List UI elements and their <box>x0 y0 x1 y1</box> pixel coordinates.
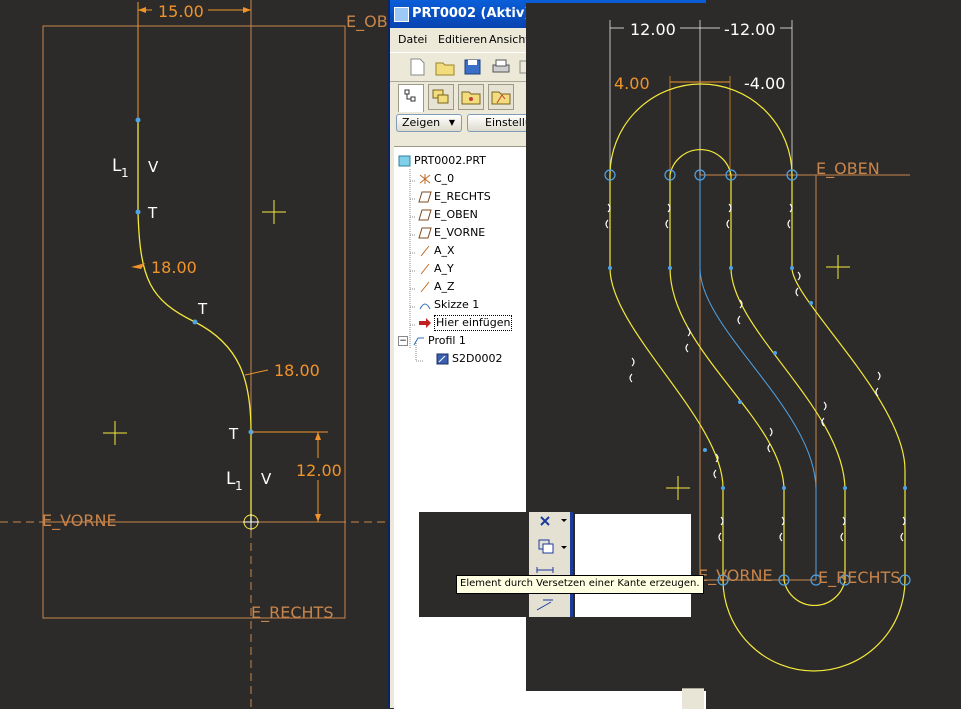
constraint-t[interactable]: T <box>147 204 158 222</box>
datum-plane-icon <box>418 209 432 221</box>
left-sketch-canvas[interactable]: 15.00 E_OB E_VORNE E_RECHTS L 1 V T T T … <box>0 0 390 708</box>
constraint-l1-top-sub: 1 <box>121 166 129 180</box>
dimension-minus-4[interactable]: -4.00 <box>744 74 785 93</box>
scrollbar-corner <box>682 688 704 709</box>
insert-arrow-icon <box>419 318 431 328</box>
plane-label-e-vorne: E_VORNE <box>698 566 773 586</box>
delete-tool-icon[interactable] <box>540 516 567 526</box>
print-icon[interactable] <box>490 57 512 77</box>
dimension-tool-icon[interactable] <box>536 567 554 573</box>
sketch-icon <box>419 303 431 310</box>
trim-tool-icon[interactable] <box>536 599 553 611</box>
point-dots <box>608 266 907 490</box>
coordinate-system-icon <box>419 174 431 184</box>
datum-plane-icon <box>418 227 432 239</box>
vertex-point[interactable] <box>135 117 141 123</box>
radius-dimension-1[interactable]: 18.00 <box>151 258 197 277</box>
favorites-folder-icon <box>491 91 511 105</box>
center-cross <box>262 200 286 224</box>
show-dropdown-button[interactable]: Zeigen ▼ <box>396 114 462 132</box>
constraint-t[interactable]: T <box>197 300 208 318</box>
model-tree-icon <box>404 89 416 102</box>
menu-datei[interactable]: Datei <box>398 33 427 46</box>
layers-icon <box>432 89 449 104</box>
sketch-tool-palette <box>529 512 573 617</box>
show-button-label: Zeigen <box>402 116 441 129</box>
radius-arrow <box>131 263 145 269</box>
tab-favorites[interactable] <box>488 84 514 110</box>
datum-axis-icon <box>420 263 430 275</box>
constraint-v-bottom[interactable]: V <box>261 470 272 488</box>
constraint-l1-bottom-sub: 1 <box>235 479 243 493</box>
radius-dimension-2[interactable]: 18.00 <box>274 361 320 380</box>
constraint-glyphs <box>605 203 906 542</box>
dimension-4[interactable]: 4.00 <box>614 74 650 93</box>
tab-model-tree[interactable] <box>398 84 424 112</box>
menu-ansicht[interactable]: Ansicht <box>489 33 530 46</box>
tab-layers[interactable] <box>428 84 454 110</box>
section-sketch-icon <box>436 353 449 365</box>
plane-label-e-oben: E_OB <box>346 12 388 32</box>
app-icon <box>394 7 409 22</box>
save-icon[interactable] <box>462 57 484 77</box>
offset-tool-icon[interactable] <box>538 539 567 554</box>
center-cross <box>666 476 690 500</box>
plane-label-e-oben: E_OBEN <box>816 159 880 179</box>
center-cross <box>103 421 127 445</box>
new-file-icon[interactable] <box>406 57 428 77</box>
folder-icon <box>461 91 481 105</box>
collapse-toggle[interactable]: − <box>398 336 408 346</box>
plane-label-e-vorne: E_VORNE <box>42 511 117 531</box>
datum-axis-icon <box>420 245 430 257</box>
radius-leader <box>244 369 269 376</box>
inner-offset-curve[interactable] <box>669 149 846 606</box>
tooltip: Element durch Versetzen einer Kante erze… <box>456 575 704 594</box>
dimension-12[interactable]: 12.00 <box>630 20 676 39</box>
constraint-v-top[interactable]: V <box>148 158 159 176</box>
vertex-point[interactable] <box>192 319 198 325</box>
dimension-12[interactable]: 12.00 <box>296 461 342 480</box>
constraint-t[interactable]: T <box>228 425 239 443</box>
part-icon <box>398 155 411 167</box>
open-folder-icon[interactable] <box>434 57 456 77</box>
profile-feature-icon <box>413 337 424 346</box>
datum-axis-icon <box>420 281 430 293</box>
dropdown-arrow-icon: ▼ <box>448 118 455 127</box>
menu-editieren[interactable]: Editieren <box>438 33 487 46</box>
reference-centerline[interactable] <box>699 175 817 580</box>
window-title: PRT0002 (Aktiv) - <box>412 6 541 21</box>
datum-plane-icon <box>418 191 432 203</box>
plane-label-e-rechts: E_RECHTS <box>251 603 333 623</box>
dimension-minus-12[interactable]: -12.00 <box>724 20 776 39</box>
dimension-15[interactable]: 15.00 <box>158 2 204 21</box>
popup-panel <box>575 514 691 617</box>
center-cross <box>826 255 850 279</box>
tab-folder[interactable] <box>458 84 484 110</box>
vertex-point[interactable] <box>135 209 141 215</box>
plane-label-e-rechts: E_RECHTS <box>818 568 900 588</box>
